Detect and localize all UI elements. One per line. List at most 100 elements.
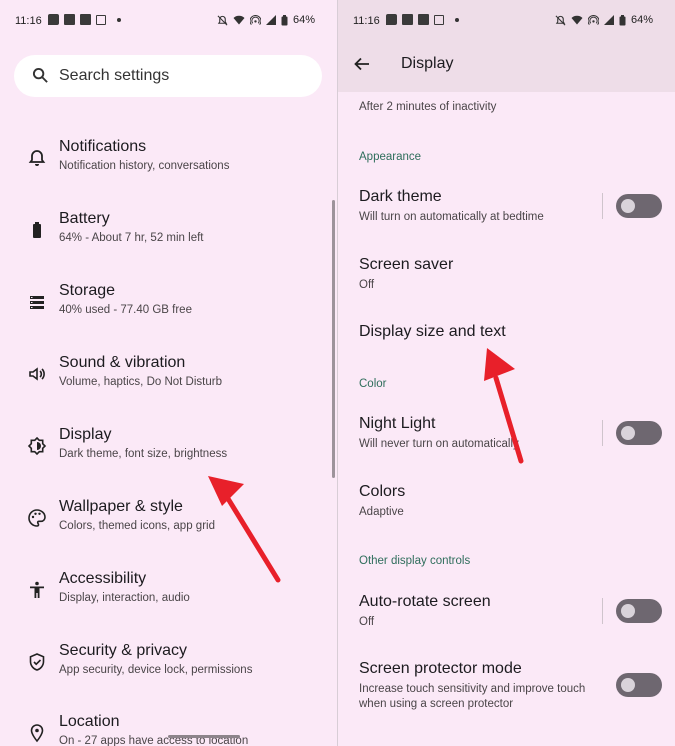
item-subtitle: Off [359,279,375,291]
auto-rotate-toggle[interactable] [616,599,662,623]
item-title: Colors [359,483,406,500]
item-title: Wallpaper & style [59,498,183,515]
red-arrow-annotation [208,476,281,583]
bell-off-icon [555,15,566,25]
item-title: Accessibility [59,570,147,587]
item-subtitle: 64% - About 7 hr, 52 min left [59,232,204,244]
shield-icon [29,653,45,671]
wifi-icon [233,15,245,25]
item-subtitle: After 2 minutes of inactivity [359,101,497,113]
item-subtitle: Will turn on automatically at bedtime [359,211,544,223]
signal-icon [265,15,276,25]
toggle-divider [602,420,603,446]
notification-icons [386,14,459,25]
screen-protector-toggle[interactable] [616,673,662,697]
page-title: Display [401,55,454,72]
item-title: Security & privacy [59,642,188,659]
screen-saver-item[interactable]: Screen saver Off [338,256,675,306]
brightness-icon [27,436,47,456]
message-icon [386,14,397,25]
storage-icon [30,296,44,309]
toggle-knob [621,199,635,213]
app-notification-icon [80,14,91,25]
item-title: Battery [59,210,110,227]
battery-percentage: 64% [292,14,315,26]
item-subtitle: App security, device lock, permissions [59,664,253,676]
item-title: Sound & vibration [59,354,186,371]
dark-theme-toggle[interactable] [616,194,662,218]
item-subtitle: Off [359,616,375,628]
red-arrow-annotation [484,348,524,464]
status-time: 11:16 [353,15,380,27]
more-notifications-icon [455,17,459,22]
notification-icons [48,14,121,25]
scrollbar-thumb[interactable] [332,200,335,478]
status-bar: 11:16 64% [338,0,675,40]
colors-item[interactable]: Colors Adaptive [338,483,675,533]
app-notification-icon [402,14,413,25]
system-icons: 64% [555,14,653,26]
item-subtitle: Increase touch sensitivity and improve t… [359,683,586,710]
item-title: Screen saver [359,256,454,273]
message-icon [48,14,59,25]
status-time: 11:16 [15,15,42,27]
section-header-other: Other display controls [359,555,471,567]
item-title: Screen protector mode [359,660,522,677]
item-title: Dark theme [359,188,442,205]
hotspot-icon [587,14,599,25]
section-header-appearance: Appearance [359,151,422,163]
app-notification-icon [96,14,106,25]
app-notification-icon [64,14,75,25]
more-notifications-icon [117,17,121,22]
item-subtitle: Volume, haptics, Do Not Disturb [59,376,222,388]
accessibility-icon [30,581,44,598]
gesture-nav-handle[interactable] [168,735,240,738]
item-title: Display size and text [359,323,506,340]
item-subtitle: Notification history, conversations [59,160,230,172]
hotspot-icon [249,14,261,25]
app-notification-icon [434,14,444,25]
wifi-icon [571,15,583,25]
battery-icon [33,222,41,238]
battery-status-icon [281,14,288,25]
item-title: Location [59,713,120,730]
item-subtitle: Display, interaction, audio [59,592,190,604]
item-title: Night Light [359,415,436,432]
battery-percentage: 64% [630,14,653,26]
settings-item-sound[interactable]: Sound & vibration Volume, haptics, Do No… [0,354,330,414]
app-bar: Display [338,40,675,92]
location-pin-icon [30,724,44,743]
settings-item-location[interactable]: Location On - 27 apps have access to loc… [0,713,330,746]
system-icons: 64% [217,14,315,26]
item-subtitle: Adaptive [359,506,404,518]
item-subtitle: 40% used - 77.40 GB free [59,304,192,316]
search-bar[interactable]: Search settings [14,55,322,97]
search-placeholder: Search settings [59,67,170,84]
section-header-color: Color [359,378,387,390]
settings-panel: 11:16 64% Search settings Notifications … [0,0,337,746]
back-arrow-icon[interactable] [352,54,372,74]
speaker-icon [29,367,45,381]
signal-icon [603,15,614,25]
bell-icon [28,150,46,166]
toggle-knob [621,678,635,692]
display-settings-panel: 11:16 64% Screen timeout After 2 minutes… [338,0,675,746]
item-subtitle: Dark theme, font size, brightness [59,448,228,460]
toggle-divider [602,598,603,624]
night-light-toggle[interactable] [616,421,662,445]
settings-item-battery[interactable]: Battery 64% - About 7 hr, 52 min left [0,210,330,270]
status-bar: 11:16 64% [0,0,337,40]
settings-item-storage[interactable]: Storage 40% used - 77.40 GB free [0,282,330,342]
item-subtitle: Colors, themed icons, app grid [59,520,215,532]
battery-status-icon [619,14,626,25]
search-icon [32,67,48,83]
toggle-knob [621,604,635,618]
settings-item-security[interactable]: Security & privacy App security, device … [0,642,330,702]
settings-item-notifications[interactable]: Notifications Notification history, conv… [0,138,330,198]
app-notification-icon [418,14,429,25]
bell-off-icon [217,15,228,25]
palette-icon [28,509,46,527]
item-title: Auto-rotate screen [359,593,491,610]
toggle-divider [602,193,603,219]
item-title: Display [59,426,112,443]
